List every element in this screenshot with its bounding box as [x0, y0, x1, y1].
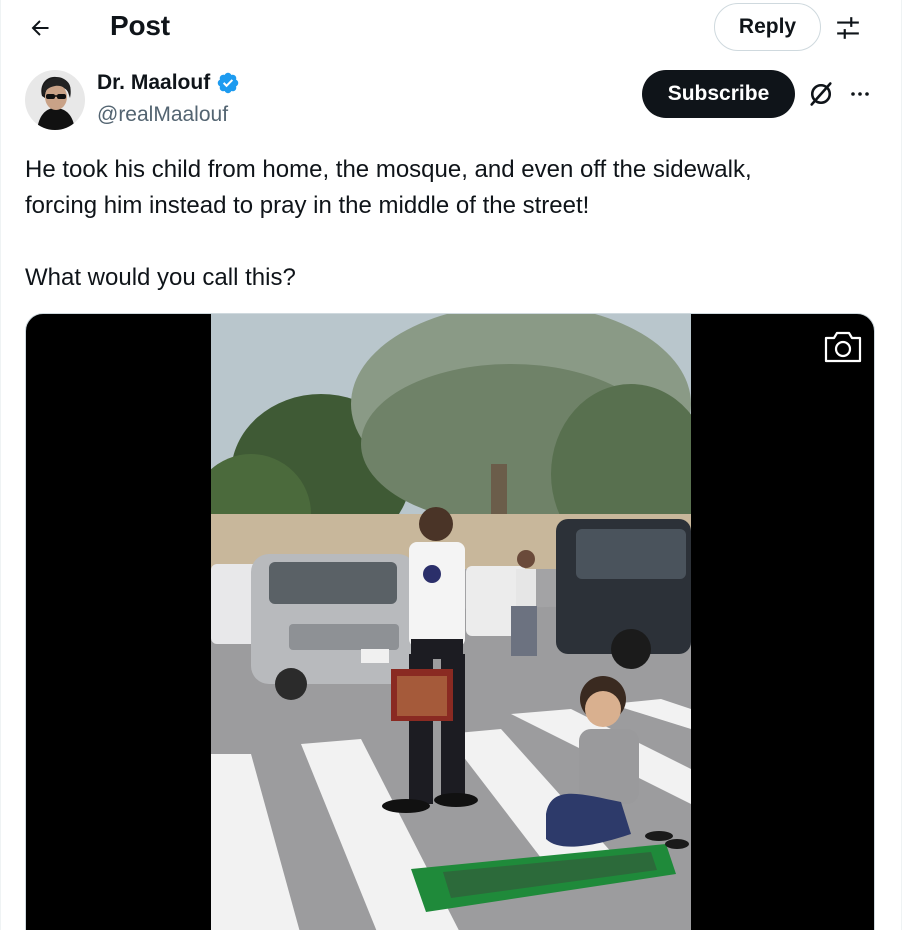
- author-name-row[interactable]: Dr. Maalouf: [97, 71, 240, 95]
- post-header: Post Reply: [0, 0, 902, 55]
- video-player[interactable]: [211, 314, 691, 930]
- more-horizontal-icon: [851, 92, 869, 96]
- post-media[interactable]: [25, 313, 875, 930]
- video-still: [211, 314, 691, 930]
- reply-button[interactable]: Reply: [714, 3, 821, 51]
- avatar-image: [25, 70, 85, 130]
- post-text: He took his child from home, the mosque,…: [25, 152, 885, 296]
- more-button[interactable]: [842, 77, 878, 111]
- camera-icon: [824, 331, 862, 363]
- post-text-line: He took his child from home, the mosque,…: [25, 156, 752, 183]
- post-text-line: What would you call this?: [25, 264, 296, 291]
- camera-button[interactable]: [822, 328, 864, 366]
- back-button[interactable]: [20, 8, 60, 48]
- page-title: Post: [110, 10, 170, 41]
- tune-button[interactable]: [828, 8, 868, 48]
- avatar[interactable]: [25, 70, 85, 130]
- post-text-line: forcing him instead to pray in the middl…: [25, 192, 590, 219]
- author-name[interactable]: Dr. Maalouf: [97, 71, 210, 95]
- sliders-icon: [837, 17, 859, 39]
- grok-icon: [810, 82, 832, 106]
- grok-button[interactable]: [804, 77, 838, 111]
- author-handle[interactable]: @realMaalouf: [97, 103, 228, 127]
- subscribe-button[interactable]: Subscribe: [642, 70, 795, 118]
- arrow-left-icon: [31, 20, 49, 36]
- verified-badge-icon: [217, 72, 239, 94]
